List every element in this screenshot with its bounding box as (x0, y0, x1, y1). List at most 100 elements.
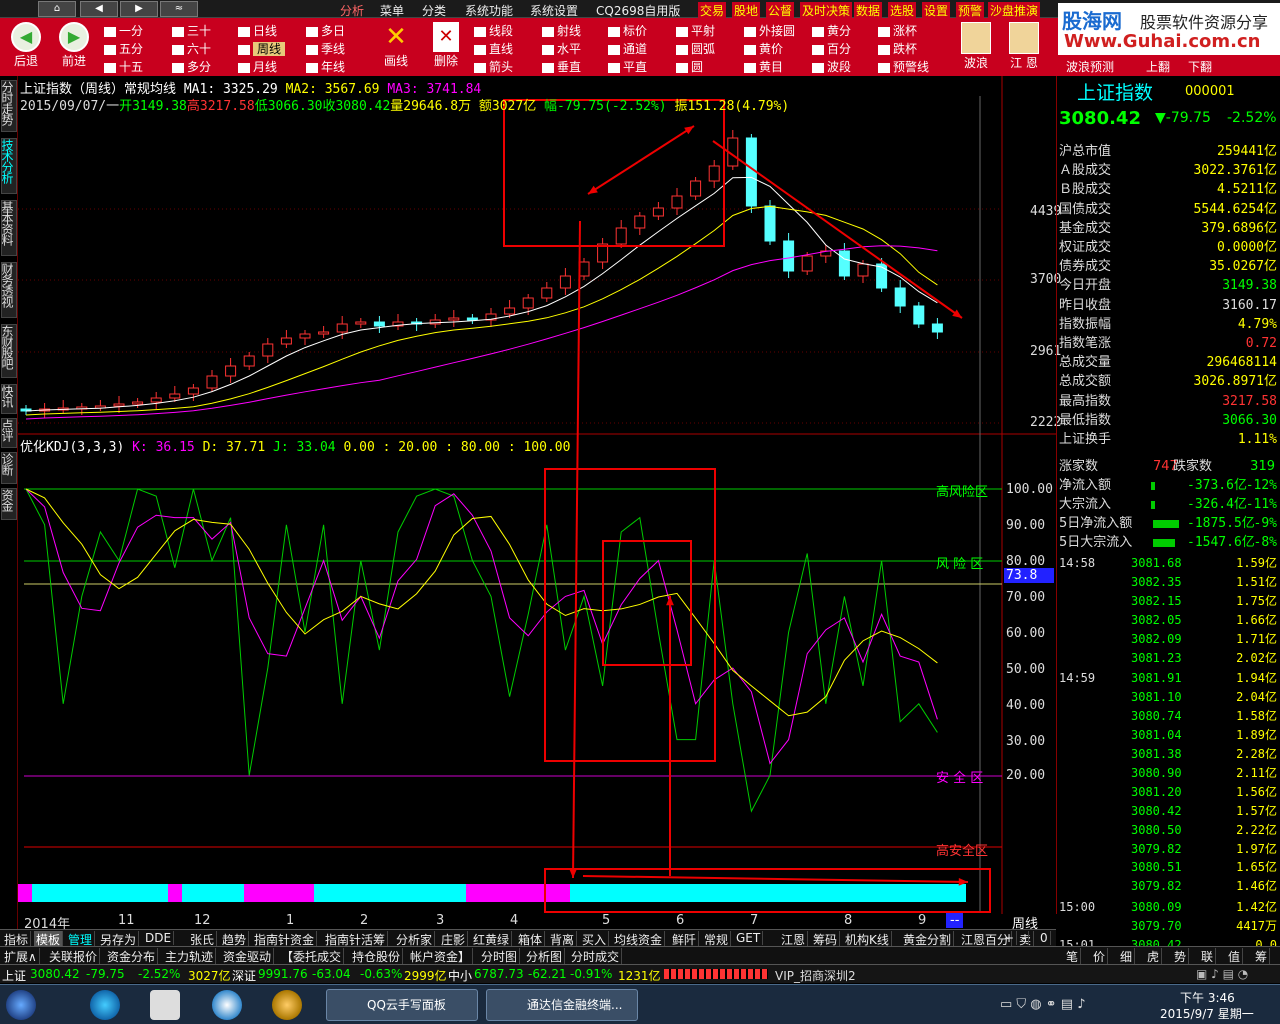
side-tab-forum[interactable]: 东财股吧 (0, 324, 17, 378)
paint-icon[interactable] (272, 990, 302, 1020)
chart-canvas[interactable] (18, 76, 1056, 914)
function-tab[interactable]: 扩展∧ (2, 948, 40, 965)
tool-circumcircle[interactable]: 外接圆 (744, 22, 795, 39)
panel-switch-tab[interactable]: 细 (1118, 948, 1136, 965)
period-multi-day[interactable]: 多日 (306, 22, 345, 39)
panel-switch-tab[interactable]: 笔 (1064, 948, 1082, 965)
side-tab-technical[interactable]: 技术分析 (0, 138, 17, 194)
side-tab-comment[interactable]: 点评 (0, 418, 17, 448)
side-tab-diagnose[interactable]: 诊断 (0, 452, 17, 484)
function-tab[interactable]: 主力轨迹 (163, 948, 217, 965)
menu-data[interactable]: 数据 (854, 2, 883, 19)
period-1min[interactable]: 一分 (104, 22, 143, 39)
indicator-tab[interactable]: DDE (143, 931, 175, 945)
tool-arrow[interactable]: 箭头 (474, 58, 513, 75)
tool-up-cup[interactable]: 涨杯 (878, 22, 917, 39)
menu-decision[interactable]: 及时决策 (800, 2, 853, 19)
tab-scroll-button[interactable]: - (1020, 931, 1030, 945)
period-yearly[interactable]: 年线 (306, 58, 345, 75)
function-tab[interactable]: 资金分布 (105, 948, 159, 965)
ie-icon[interactable] (90, 990, 120, 1020)
period-daily[interactable]: 日线 (238, 22, 277, 39)
tool-flat[interactable]: 平直 (608, 58, 647, 75)
delete-button[interactable]: ✕ 删除 (424, 22, 468, 69)
tool-channel[interactable]: 通道 (608, 40, 647, 57)
period-30min[interactable]: 三十 (172, 22, 211, 39)
panel-switch-tab[interactable]: 值 (1226, 948, 1244, 965)
function-tab[interactable]: 分析图 (524, 948, 566, 965)
wave-forecast-button[interactable]: 波浪预测 (1066, 58, 1114, 75)
menu-trade[interactable]: 交易 (698, 2, 727, 19)
forward-arrow-icon[interactable]: ▶ (120, 1, 158, 17)
tool-flat-ray[interactable]: 平射 (676, 22, 715, 39)
function-tab[interactable]: 【委托成交 (279, 948, 345, 965)
page-down-button[interactable]: 下翻 (1188, 58, 1212, 75)
back-arrow-icon[interactable]: ◀ (80, 1, 118, 17)
period-quarterly[interactable]: 季线 (306, 40, 345, 57)
side-tab-profile[interactable]: 基本资料 (0, 200, 17, 256)
period-monthly[interactable]: 月线 (238, 58, 277, 75)
panel-switch-tab[interactable]: 虎 (1145, 948, 1163, 965)
tool-price-label[interactable]: 标价 (608, 22, 647, 39)
tool-alert-line[interactable]: 预警线 (878, 58, 929, 75)
side-tab-finance[interactable]: 财务透视 (0, 262, 17, 318)
function-tab[interactable]: 分时图 (479, 948, 521, 965)
bird-icon[interactable] (212, 990, 242, 1020)
chart-area[interactable]: 上证指数（周线）常规均线 MA1: 3325.29 MA2: 3567.69 M… (18, 76, 1061, 914)
tool-line[interactable]: 直线 (474, 40, 513, 57)
period-15min[interactable]: 十五 (104, 58, 143, 75)
menu-category[interactable]: 分类 (422, 2, 446, 19)
draw-line-button[interactable]: ✕ 画线 (374, 22, 418, 69)
forward-button[interactable]: ▶ 前进 (52, 22, 96, 69)
function-tab[interactable]: 持仓股份 (350, 948, 404, 965)
panel-switch-tab[interactable]: 筹 (1253, 948, 1271, 965)
side-tab-intraday[interactable]: 分时走势 (0, 80, 17, 132)
panel-switch-tab[interactable]: 价 (1091, 948, 1109, 965)
tool-golden-split[interactable]: 黄分 (812, 22, 851, 39)
panel-switch-tab[interactable]: 势 (1172, 948, 1190, 965)
menu-stock-picker[interactable]: 选股 (888, 2, 917, 19)
tool-wave[interactable]: 波段 (812, 58, 851, 75)
menu-collapse-icon[interactable]: ≈ (160, 1, 198, 17)
tool-ray[interactable]: 射线 (542, 22, 581, 39)
wave-button[interactable]: 波浪 (954, 22, 998, 71)
function-tab[interactable]: 分时成交 (569, 948, 623, 965)
period-60min[interactable]: 六十 (172, 40, 211, 57)
menu-system-settings[interactable]: 系统设置 (530, 2, 578, 19)
tool-arc[interactable]: 圆弧 (676, 40, 715, 57)
period-5min[interactable]: 五分 (104, 40, 143, 57)
tool-circle[interactable]: 圆 (676, 58, 703, 75)
menu-settings[interactable]: 设置 (922, 2, 951, 19)
indicator-tab[interactable]: GET (734, 931, 764, 945)
function-tab[interactable]: 关联报价 (47, 948, 101, 965)
app-icon[interactable] (150, 990, 180, 1020)
menu-main[interactable]: 菜单 (380, 2, 404, 19)
menu-stock[interactable]: 股地 (732, 2, 761, 19)
function-tab[interactable]: 帐户资金】 (408, 948, 474, 965)
panel-switch-tab[interactable]: 联 (1199, 948, 1217, 965)
side-tab-news[interactable]: 快讯 (0, 384, 17, 414)
taskbar-tdx-terminal[interactable]: 通达信金融终端... (486, 989, 638, 1021)
period-weekly[interactable]: 周线 (238, 40, 286, 57)
back-button[interactable]: ◀ 后退 (4, 22, 48, 69)
menu-notice[interactable]: 公督 (766, 2, 795, 19)
period-multi-min[interactable]: 多分 (172, 58, 211, 75)
tray-icons[interactable]: ▭ ⛉ ◍ ⚭ ▤ ♪ (1000, 997, 1086, 1012)
menu-system-functions[interactable]: 系统功能 (465, 2, 513, 19)
tab-scroll-button[interactable]: + (1002, 931, 1018, 945)
tool-golden-price[interactable]: 黄价 (744, 40, 783, 57)
taskbar-qq-handwriting[interactable]: QQ云手写面板 (326, 989, 478, 1021)
tab-scroll-button[interactable]: 0 (1038, 931, 1051, 945)
tool-down-cup[interactable]: 跌杯 (878, 40, 917, 57)
tool-horizontal[interactable]: 水平 (542, 40, 581, 57)
tool-percent[interactable]: 百分 (812, 40, 851, 57)
menu-alerts[interactable]: 预警 (956, 2, 985, 19)
tool-vertical[interactable]: 垂直 (542, 58, 581, 75)
function-tab[interactable]: 资金驱动 (221, 948, 275, 965)
menu-sandbox[interactable]: 沙盘推演 (988, 2, 1041, 19)
tool-segment[interactable]: 线段 (474, 22, 513, 39)
side-tab-funds[interactable]: 资金 (0, 488, 17, 520)
tool-golden-target[interactable]: 黄目 (744, 58, 783, 75)
gann-button[interactable]: 江 恩 (1002, 22, 1046, 71)
page-up-button[interactable]: 上翻 (1146, 58, 1170, 75)
